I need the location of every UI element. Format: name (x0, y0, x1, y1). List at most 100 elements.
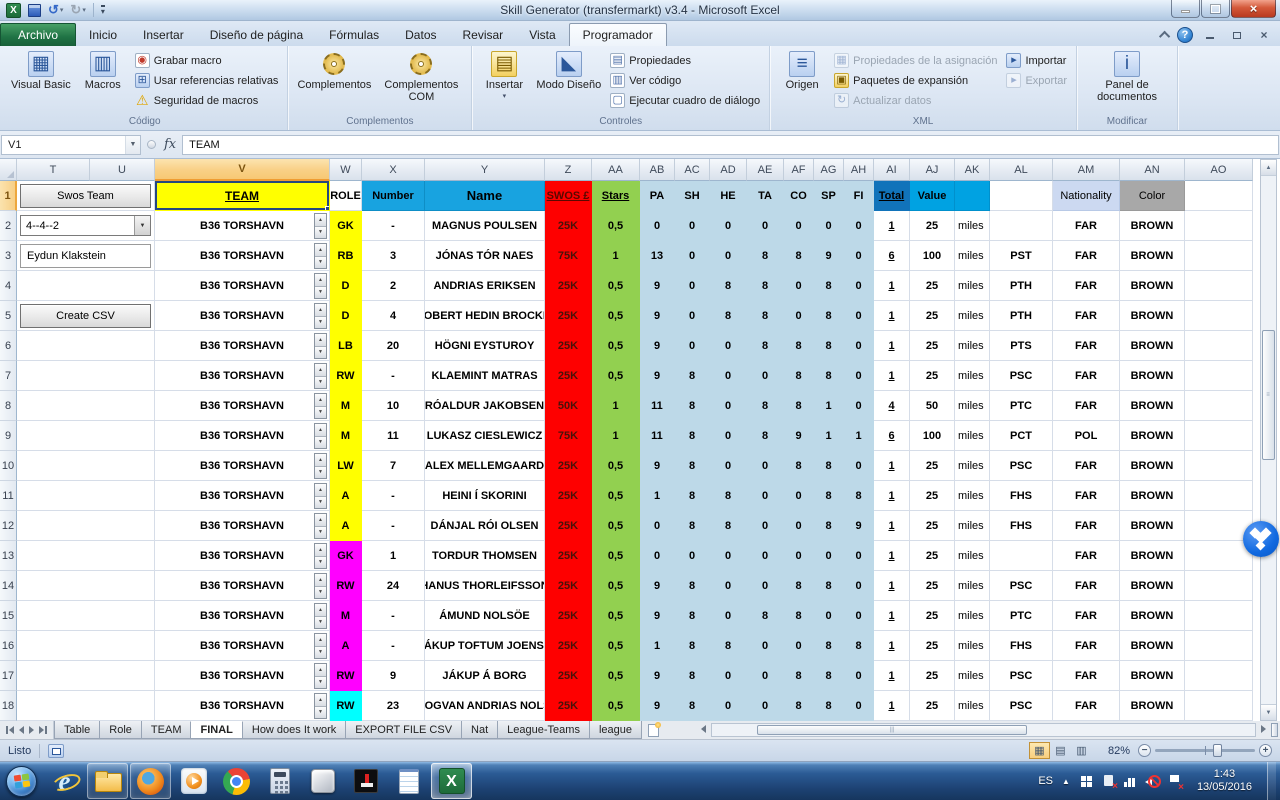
cell-al[interactable] (990, 541, 1053, 571)
sheet-tab-league[interactable]: league (589, 721, 642, 739)
cell-role[interactable]: A (330, 481, 362, 511)
page-break-view-button[interactable]: ▥ (1071, 742, 1092, 759)
cell-stat[interactable]: 0 (844, 391, 874, 421)
cell-stars[interactable]: 0,5 (592, 571, 640, 601)
cell-color-header[interactable]: Color (1120, 181, 1185, 211)
create-csv-button[interactable]: Create CSV (20, 304, 151, 328)
cell-team[interactable]: B36 TORSHAVN▲▼ (155, 271, 330, 301)
spin-down-icon[interactable]: ▼ (315, 377, 326, 389)
row-header-7[interactable]: 7 (0, 361, 17, 391)
cell-total[interactable]: 1 (874, 211, 910, 241)
cell-stat[interactable]: 11 (640, 391, 675, 421)
cell-swos[interactable]: 25K (545, 511, 592, 541)
cell-stat[interactable]: 8 (784, 361, 814, 391)
internet-explorer-button[interactable] (44, 763, 85, 799)
row-header-13[interactable]: 13 (0, 541, 17, 571)
ribbon-button-modo-dise-o[interactable]: ◣Modo Diseño (533, 49, 604, 115)
spin-down-icon[interactable]: ▼ (315, 527, 326, 539)
cell-role[interactable]: GK (330, 541, 362, 571)
row-header-3[interactable]: 3 (0, 241, 17, 271)
cell-ao[interactable] (1185, 241, 1253, 271)
cell-total[interactable]: 6 (874, 241, 910, 271)
team-spinner[interactable]: ▲▼ (314, 423, 327, 449)
keycap-button[interactable] (302, 763, 343, 799)
cell-stat[interactable]: 8 (747, 241, 784, 271)
cell-stat[interactable]: 8 (710, 271, 747, 301)
row-header-8[interactable]: 8 (0, 391, 17, 421)
column-header-ak[interactable]: AK (955, 159, 990, 181)
cell-name[interactable]: MAGNUS POULSEN (425, 211, 545, 241)
cell-stat[interactable]: 0 (784, 631, 814, 661)
cell-stars[interactable]: 1 (592, 241, 640, 271)
spin-down-icon[interactable]: ▼ (315, 677, 326, 689)
help-button[interactable] (1177, 27, 1193, 43)
cell-stat[interactable]: 8 (710, 511, 747, 541)
cell-stat[interactable]: 9 (640, 661, 675, 691)
sheet-tab-nat[interactable]: Nat (461, 721, 498, 739)
cell-stat[interactable]: 0 (747, 541, 784, 571)
spin-down-icon[interactable]: ▼ (315, 257, 326, 269)
team-spinner[interactable]: ▲▼ (314, 663, 327, 689)
cell-number[interactable]: 23 (362, 691, 425, 721)
cell-nationality[interactable]: FAR (1053, 331, 1120, 361)
column-header-aj[interactable]: AJ (910, 159, 955, 181)
cell-color[interactable]: BROWN (1120, 511, 1185, 541)
cell-role[interactable]: RW (330, 661, 362, 691)
cell-stat[interactable]: 8 (784, 691, 814, 721)
language-indicator[interactable]: ES (1038, 775, 1053, 787)
cell-miles[interactable]: miles (955, 661, 990, 691)
cell-number[interactable]: 4 (362, 301, 425, 331)
cell-stars[interactable]: 0,5 (592, 211, 640, 241)
cell-ak1[interactable] (955, 181, 990, 211)
cell-team[interactable]: B36 TORSHAVN▲▼ (155, 331, 330, 361)
page-layout-view-button[interactable]: ▤ (1050, 742, 1071, 759)
normal-view-button[interactable]: ▦ (1029, 742, 1050, 759)
cell-stat[interactable]: 8 (747, 391, 784, 421)
cell-stat[interactable]: 8 (675, 481, 710, 511)
cell-stat[interactable]: 0 (640, 211, 675, 241)
cell-value[interactable]: 25 (910, 361, 955, 391)
cell-name[interactable]: HEINI Í SKORINI (425, 481, 545, 511)
cell-stat[interactable]: 8 (814, 571, 844, 601)
cell-total[interactable]: 1 (874, 301, 910, 331)
cell-ao1[interactable] (1185, 181, 1253, 211)
cell-color[interactable]: BROWN (1120, 271, 1185, 301)
cell-stat[interactable]: 8 (844, 481, 874, 511)
cell-stat[interactable]: 8 (784, 241, 814, 271)
cell-color[interactable]: BROWN (1120, 211, 1185, 241)
hscroll-left-icon[interactable] (698, 723, 708, 735)
cell-value[interactable]: 25 (910, 631, 955, 661)
row-header-17[interactable]: 17 (0, 661, 17, 691)
scroll-down-icon[interactable]: ▼ (1261, 704, 1276, 720)
cell-miles[interactable]: miles (955, 241, 990, 271)
cell-role[interactable]: A (330, 631, 362, 661)
cell-stat[interactable]: 8 (675, 451, 710, 481)
cell-stat[interactable]: 0 (710, 331, 747, 361)
cell-tu-4[interactable] (17, 271, 155, 301)
cell-al[interactable]: FHS (990, 481, 1053, 511)
cell-stat[interactable]: 0 (844, 661, 874, 691)
ribbon-button-macros[interactable]: ▥Macros (77, 49, 129, 115)
cell-stat[interactable]: 9 (640, 331, 675, 361)
cell-stat[interactable]: 0 (640, 511, 675, 541)
chevron-up-icon[interactable]: ▲ (1062, 777, 1070, 786)
spin-up-icon[interactable]: ▲ (315, 664, 326, 677)
cell-stat[interactable]: 9 (814, 241, 844, 271)
cell-stat[interactable]: 0 (814, 601, 844, 631)
macro-record-icon[interactable] (48, 744, 64, 758)
column-header-v[interactable]: V (155, 159, 330, 181)
cell-swos[interactable]: 25K (545, 601, 592, 631)
cell-stat[interactable]: 8 (784, 601, 814, 631)
player-name-input[interactable]: Eydun Klakstein (20, 244, 151, 268)
cell-role[interactable]: LW (330, 451, 362, 481)
cell-tu-9[interactable] (17, 421, 155, 451)
cell-ao[interactable] (1185, 571, 1253, 601)
cell-stat[interactable]: 9 (640, 451, 675, 481)
cell-stat[interactable]: 0 (675, 271, 710, 301)
cell-tu-13[interactable] (17, 541, 155, 571)
cell-color[interactable]: BROWN (1120, 361, 1185, 391)
cell-stat[interactable]: 0 (710, 241, 747, 271)
cell-nationality[interactable]: FAR (1053, 211, 1120, 241)
select-all-corner[interactable] (0, 159, 17, 181)
cell-stat[interactable]: 8 (747, 271, 784, 301)
